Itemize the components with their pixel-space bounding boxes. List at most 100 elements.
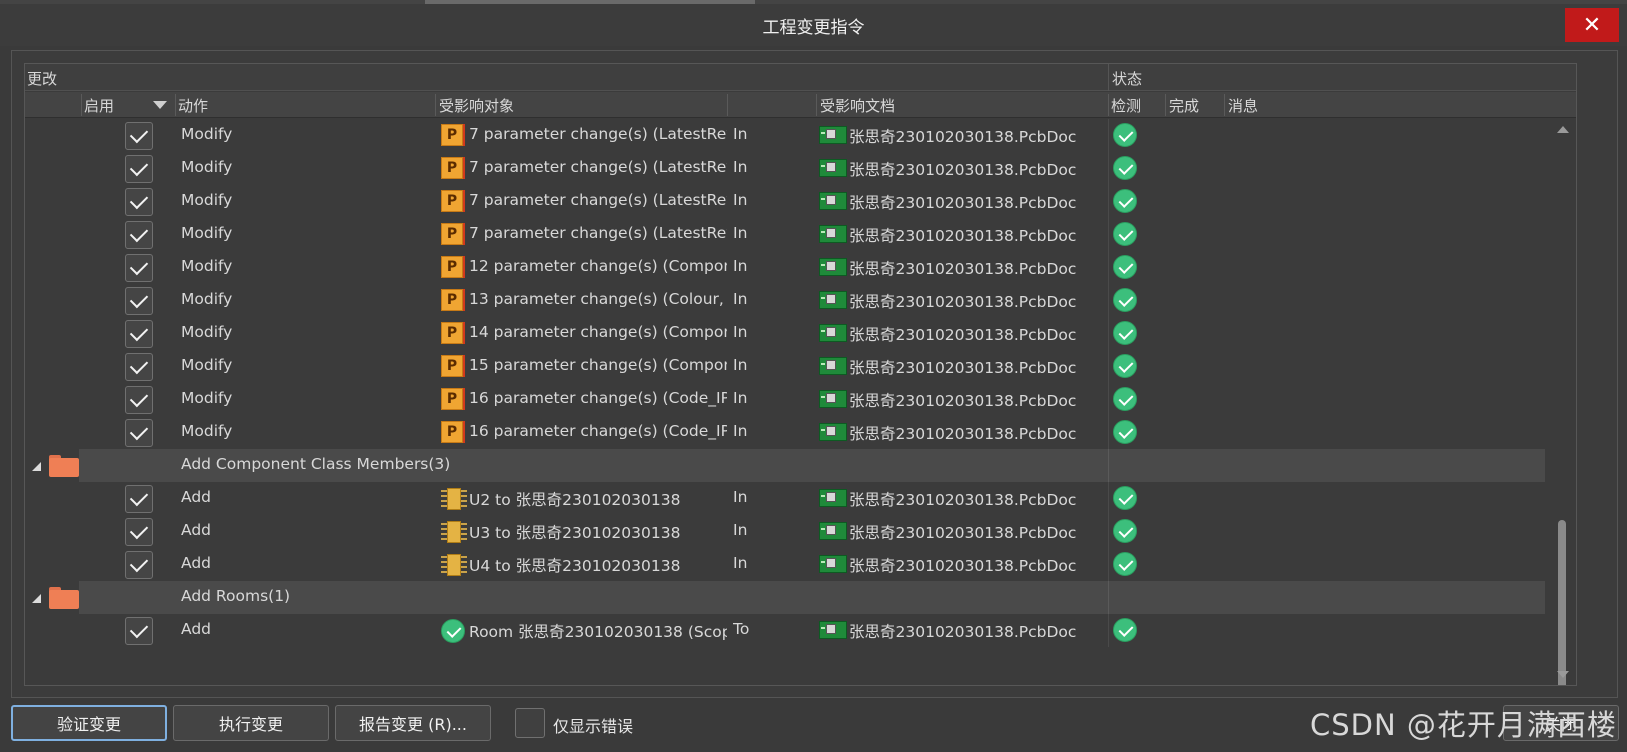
change-row[interactable]: Modify P 14 parameter change(s) (Componen I… (25, 317, 1545, 350)
close-icon[interactable]: ✕ (1565, 8, 1619, 42)
ok-glyph (1113, 552, 1137, 576)
enable-checkbox[interactable] (125, 518, 153, 546)
enable-checkbox[interactable] (125, 419, 153, 447)
change-row[interactable]: Modify P 7 parameter change(s) (LatestRevi… (25, 218, 1545, 251)
enable-checkbox[interactable] (125, 485, 153, 513)
enable-checkbox[interactable] (125, 551, 153, 579)
enable-checkbox[interactable] (125, 287, 153, 315)
engineering-change-order-dialog: 工程变更指令 ✕ 更改 状态 启用 动作 受影响对象 受影响文档 检测 完成 消… (0, 0, 1627, 752)
affected-document-text: 张思奇230102030138.PcbDoc (849, 425, 1077, 443)
enable-checkbox[interactable] (125, 320, 153, 348)
column-line (1108, 119, 1109, 152)
scroll-up-icon[interactable] (1557, 126, 1569, 133)
parameter-glyph: P (441, 355, 463, 377)
group-row[interactable]: Add Rooms(1) (25, 581, 1545, 614)
pcb-trace (821, 363, 825, 365)
component-pin (461, 571, 467, 573)
check-ok-icon (1113, 189, 1137, 213)
change-row[interactable]: Add U2 to 张思奇230102030138 In 张思奇23010203013… (25, 482, 1545, 515)
execute-changes-button[interactable]: 执行变更 (173, 705, 329, 741)
pcb-trace (821, 297, 825, 299)
component-pin (441, 538, 447, 540)
affected-object-text: 7 parameter change(s) (LatestRevisi (469, 191, 727, 209)
group-row[interactable]: Add Component Class Members(3) (25, 449, 1545, 482)
collapse-triangle-icon[interactable] (32, 594, 41, 603)
pcb-chip (826, 129, 836, 139)
affected-object-text: 7 parameter change(s) (LatestRevisi (469, 224, 727, 242)
change-row[interactable]: Modify P 16 parameter change(s) (Code_IPC,… (25, 383, 1545, 416)
pcb-trace (821, 330, 825, 332)
action-label: Modify (181, 389, 233, 407)
col-affected-document-header[interactable]: 受影响文档 (820, 95, 895, 116)
column-line (1108, 350, 1109, 383)
enable-checkbox[interactable] (125, 221, 153, 249)
change-row[interactable]: Add Room 张思奇230102030138 (Scope: To 张思奇2301… (25, 614, 1545, 647)
enable-checkbox[interactable] (125, 386, 153, 414)
ok-glyph (1113, 519, 1137, 543)
sort-dropdown-icon[interactable] (153, 101, 167, 109)
check-ok-icon (1113, 519, 1137, 543)
change-row[interactable]: Modify P 7 parameter change(s) (LatestRevi… (25, 152, 1545, 185)
col-affected-object-header[interactable]: 受影响对象 (439, 95, 514, 116)
scroll-thumb[interactable] (1558, 520, 1566, 685)
scope-text: To (733, 620, 750, 638)
column-line (1108, 152, 1109, 185)
affected-object-text: 14 parameter change(s) (Componen (469, 323, 727, 341)
change-row[interactable]: Add U4 to 张思奇230102030138 In 张思奇23010203013… (25, 548, 1545, 581)
change-row[interactable]: Modify P 12 parameter change(s) (Componen I… (25, 251, 1545, 284)
parameter-icon: P (441, 124, 463, 146)
only-show-errors-checkbox[interactable] (515, 708, 545, 738)
change-row[interactable]: Modify P 7 parameter change(s) (LatestRevi… (25, 185, 1545, 218)
action-label: Modify (181, 191, 233, 209)
col-message-header[interactable]: 消息 (1228, 95, 1258, 116)
change-row[interactable]: Modify P 13 parameter change(s) (Colour, C… (25, 284, 1545, 317)
enable-checkbox[interactable] (125, 188, 153, 216)
column-line (1108, 482, 1109, 515)
col-action-header[interactable]: 动作 (178, 95, 208, 116)
component-pin (441, 505, 447, 507)
pcb-chip (826, 294, 836, 304)
collapse-triangle-icon[interactable] (32, 462, 41, 471)
vertical-scrollbar[interactable] (1552, 120, 1574, 685)
group-separator (1108, 64, 1109, 91)
component-pin (461, 500, 467, 502)
component-pin (441, 566, 447, 568)
col-enable-header[interactable]: 启用 (84, 95, 114, 116)
room-icon (441, 619, 465, 643)
check-ok-icon (1113, 321, 1137, 345)
col-check-header[interactable]: 检测 (1111, 95, 1141, 116)
change-row[interactable]: Modify P 15 parameter change(s) (Componen I… (25, 350, 1545, 383)
parameter-glyph: P (441, 223, 463, 245)
enable-checkbox[interactable] (125, 617, 153, 645)
change-row[interactable]: Modify P 16 parameter change(s) (Code_IPC,… (25, 416, 1545, 449)
enable-checkbox[interactable] (125, 254, 153, 282)
col-done-header[interactable]: 完成 (1169, 95, 1199, 116)
enable-checkbox[interactable] (125, 155, 153, 183)
change-row[interactable]: Modify P 7 parameter change(s) (LatestRevi… (25, 119, 1545, 152)
component-pin (461, 490, 467, 492)
column-line (1108, 614, 1109, 647)
scroll-down-icon[interactable] (1557, 671, 1569, 678)
column-line (1108, 416, 1109, 449)
component-pin (461, 528, 467, 530)
action-label: Modify (181, 290, 233, 308)
action-label: Add (181, 521, 212, 539)
column-line (1108, 284, 1109, 317)
validate-changes-button[interactable]: 验证变更 (11, 705, 167, 741)
action-label: Add (181, 620, 212, 638)
parameter-glyph: P (441, 322, 463, 344)
affected-document-text: 张思奇230102030138.PcbDoc (849, 128, 1077, 146)
title-bar: 工程变更指令 ✕ (0, 4, 1627, 46)
pcb-trace (821, 528, 825, 530)
affected-document-text: 张思奇230102030138.PcbDoc (849, 524, 1077, 542)
change-row[interactable]: Add U3 to 张思奇230102030138 In 张思奇23010203013… (25, 515, 1545, 548)
affected-document-text: 张思奇230102030138.PcbDoc (849, 260, 1077, 278)
column-separator (81, 94, 82, 116)
pcb-glyph (819, 488, 847, 508)
enable-checkbox[interactable] (125, 122, 153, 150)
column-line (1108, 449, 1109, 482)
report-changes-button[interactable]: 报告变更 (R)... (335, 705, 491, 741)
pcb-glyph (819, 290, 847, 310)
enable-checkbox[interactable] (125, 353, 153, 381)
pcb-chip (826, 261, 836, 271)
